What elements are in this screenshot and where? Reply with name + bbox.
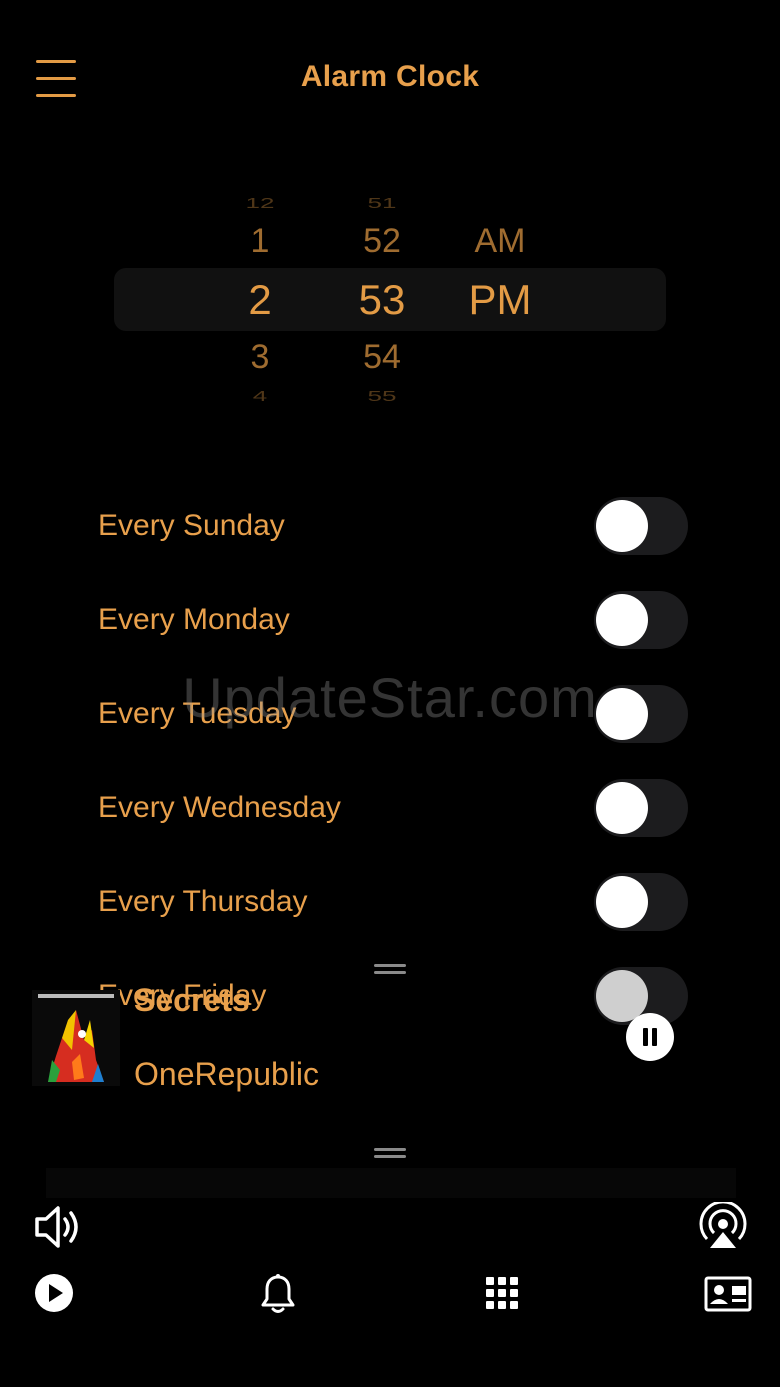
minute-option[interactable]: 54 [330, 338, 434, 377]
repeat-label: Every Wednesday [98, 791, 341, 824]
hour-wheel[interactable]: 12 1 2 3 4 [210, 180, 310, 420]
album-art [32, 990, 120, 1086]
repeat-row-monday: Every Monday [98, 591, 688, 651]
period-selected[interactable]: PM [452, 276, 548, 324]
repeat-label: Every Tuesday [98, 697, 297, 730]
toggle-knob [596, 876, 648, 928]
progress-strip [46, 1168, 736, 1198]
repeat-row-tuesday: Every Tuesday [98, 685, 688, 745]
minute-wheel[interactable]: 51 52 53 54 55 [330, 180, 434, 420]
toggle-knob [596, 688, 648, 740]
play-icon[interactable] [34, 1273, 74, 1313]
hour-option[interactable]: 4 [210, 388, 310, 401]
toggle-knob [596, 594, 648, 646]
hour-selected[interactable]: 2 [210, 276, 310, 324]
song-title: Secrets [134, 982, 250, 1018]
sunday-toggle[interactable] [594, 497, 688, 555]
mini-player[interactable]: Secrets OneRepublic [0, 960, 780, 1140]
period-option[interactable]: AM [452, 222, 548, 261]
minute-selected[interactable]: 53 [330, 276, 434, 324]
time-picker[interactable]: 12 1 2 3 4 51 52 53 54 55 AM PM [0, 180, 780, 420]
hour-option[interactable]: 1 [210, 222, 310, 261]
tuesday-toggle[interactable] [594, 685, 688, 743]
pause-button[interactable] [626, 1013, 674, 1061]
repeat-row-thursday: Every Thursday [98, 873, 688, 933]
bell-icon[interactable] [259, 1273, 297, 1315]
toggle-knob [596, 500, 648, 552]
repeat-row-sunday: Every Sunday [98, 497, 688, 557]
repeat-label: Every Monday [98, 603, 290, 636]
minute-option[interactable]: 52 [330, 222, 434, 261]
song-artist: OneRepublic [134, 1056, 319, 1092]
toggle-knob [596, 782, 648, 834]
repeat-label: Every Thursday [98, 885, 308, 918]
minute-option[interactable]: 55 [330, 388, 434, 401]
thursday-toggle[interactable] [594, 873, 688, 931]
repeat-label: Every Sunday [98, 509, 285, 542]
page-title: Alarm Clock [300, 60, 480, 93]
airplay-icon[interactable] [698, 1200, 748, 1250]
repeat-row-wednesday: Every Wednesday [98, 779, 688, 839]
player-expand-handle[interactable] [374, 1146, 406, 1158]
wednesday-toggle[interactable] [594, 779, 688, 837]
hour-option[interactable]: 3 [210, 338, 310, 377]
contact-card-icon[interactable] [704, 1276, 752, 1312]
monday-toggle[interactable] [594, 591, 688, 649]
grid-icon[interactable] [484, 1275, 520, 1311]
hour-option[interactable]: 12 [210, 195, 310, 208]
speaker-icon[interactable] [34, 1204, 82, 1250]
period-wheel[interactable]: AM PM [452, 180, 548, 420]
minute-option[interactable]: 51 [330, 195, 434, 208]
